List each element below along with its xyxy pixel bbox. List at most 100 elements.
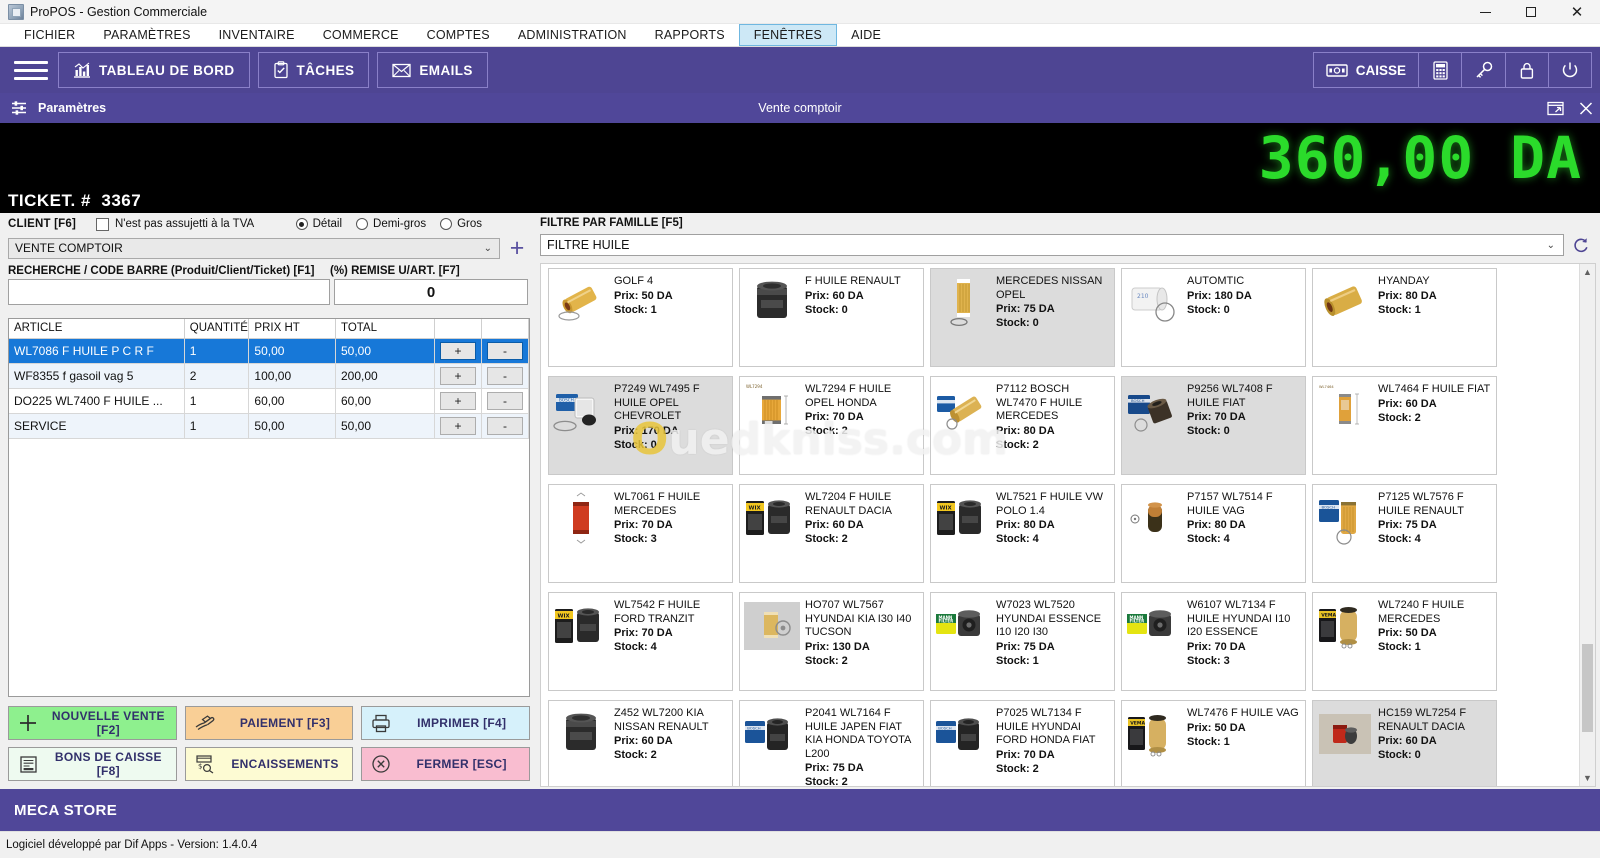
close-window-button[interactable]: ✕	[1554, 0, 1600, 24]
refresh-button[interactable]	[1570, 234, 1592, 256]
product-card[interactable]: WL7061 F HUILE MERCEDES Prix: 70 DA Stock:…	[548, 484, 733, 583]
caisse-button[interactable]: CAISSE	[1312, 52, 1419, 88]
calculator-button[interactable]	[1418, 52, 1462, 88]
product-card[interactable]: WIX WL7542 F HUILE FORD TRANZIT Prix: 70 D…	[548, 592, 733, 691]
product-price: Prix: 75 DA	[1378, 519, 1437, 531]
radio-demi-gros[interactable]: Demi-gros	[356, 218, 426, 230]
fermer-button[interactable]: FERMER [ESC]	[361, 747, 531, 781]
increase-qty-button[interactable]: +	[440, 341, 477, 360]
product-card[interactable]: WIX WL7521 F HUILE VW POLO 1.4 Prix: 80 DA…	[930, 484, 1115, 583]
cell-total: 60,00	[335, 388, 436, 414]
decrease-qty-button[interactable]: -	[487, 366, 523, 385]
table-row[interactable]: WF8355 f gasoil vag 5 2 100,00 200,00 + …	[9, 363, 529, 389]
product-card[interactable]: MANN FILTER W7023 WL7520 HYUNDAI ESSENCE I…	[930, 592, 1115, 691]
product-card[interactable]: WIX WL7204 F HUILE RENAULT DACIA Prix: 60 …	[739, 484, 924, 583]
family-filter-select[interactable]: FILTRE HUILE ⌄	[540, 234, 1564, 256]
remise-input[interactable]: 0	[334, 279, 528, 305]
maximize-button[interactable]	[1508, 0, 1554, 24]
increase-qty-button[interactable]: +	[440, 416, 477, 435]
dashboard-button[interactable]: TABLEAU DE BORD	[58, 52, 250, 88]
encaissements-button[interactable]: $ ENCAISSEMENTS	[184, 747, 354, 781]
product-card[interactable]: 210 AUTOMTIC Prix: 180 DA Stock: 0	[1121, 268, 1306, 367]
tasks-button[interactable]: TÂCHES	[257, 52, 370, 88]
settings-sliders-icon[interactable]	[10, 99, 28, 117]
imprimer-button[interactable]: IMPRIMER [F4]	[361, 706, 531, 740]
lock-button[interactable]	[1505, 52, 1549, 88]
add-client-button[interactable]: +	[506, 235, 528, 260]
product-info: HYANDAY Prix: 80 DA Stock: 1	[1378, 273, 1493, 317]
radio-gros[interactable]: Gros	[440, 218, 482, 230]
cell-qty: 2	[184, 363, 250, 389]
product-card[interactable]: P7112 BOSCH WL7470 F HUILE MERCEDES Prix:…	[930, 376, 1115, 475]
menu-parametres[interactable]: PARAMÈTRES	[89, 24, 204, 46]
menu-commerce[interactable]: COMMERCE	[309, 24, 413, 46]
tva-checkbox[interactable]	[96, 217, 109, 231]
power-button[interactable]	[1548, 52, 1592, 88]
product-card[interactable]: BOSCH P7025 WL7134 F HUILE HYUNDAI FORD H…	[930, 700, 1115, 786]
restore-pane-icon[interactable]	[1547, 101, 1564, 116]
close-pane-icon[interactable]	[1578, 101, 1594, 116]
menu-fenetres[interactable]: FENÊTRES	[738, 24, 838, 46]
product-card[interactable]: VEMA WL7476 F HUILE VAG Prix: 50 DA Stock: …	[1121, 700, 1306, 786]
product-card[interactable]: HC159 WL7254 F RENAULT DACIA Prix: 60 DA S…	[1312, 700, 1497, 786]
decrease-qty-button[interactable]: -	[487, 416, 523, 435]
fermer-label: FERMER [ESC]	[416, 757, 507, 771]
product-card[interactable]: P7157 WL7514 F HUILE VAG Prix: 80 DA Stock…	[1121, 484, 1306, 583]
cell-qty: 1	[184, 388, 250, 414]
table-row[interactable]: WL7086 F HUILE P C R F 1 50,00 50,00 + -	[9, 338, 529, 364]
menu-rapports[interactable]: RAPPORTS	[641, 24, 739, 46]
menu-administration[interactable]: ADMINISTRATION	[504, 24, 641, 46]
product-price: Prix: 80 DA	[1378, 289, 1437, 302]
product-card[interactable]: F HUILE RENAULT Prix: 60 DA Stock: 0	[739, 268, 924, 367]
product-price: Prix: 60 DA	[614, 735, 673, 747]
tva-checkbox-group[interactable]: N'est pas assujetti à la TVA	[96, 217, 254, 231]
increase-qty-button[interactable]: +	[440, 366, 477, 385]
product-grid-scrollbar[interactable]: ▲ ▼	[1579, 264, 1595, 786]
table-row[interactable]: DO225 WL7400 F HUILE ... 1 60,00 60,00 +…	[9, 388, 529, 414]
decrease-qty-button[interactable]: -	[487, 391, 523, 410]
client-row: CLIENT [F6] N'est pas assujetti à la TVA…	[0, 213, 536, 233]
product-card[interactable]: BOSCH P2041 WL7164 F HUILE JAPEN FIAT KIA…	[739, 700, 924, 786]
product-name: P7125 WL7576 F HUILE RENAULT	[1378, 491, 1464, 517]
key-button[interactable]	[1461, 52, 1506, 88]
product-card[interactable]: MANN FILTER W6107 WL7134 F HUILE HYUNDAI I…	[1121, 592, 1306, 691]
menu-fichier[interactable]: FICHIER	[10, 24, 89, 46]
product-card[interactable]: BOSCH P9256 WL7408 F HUILE FIAT Prix: 70 D…	[1121, 376, 1306, 475]
product-card[interactable]: WL7464 WL7464 F HUILE FIAT Prix: 60 DA Stoc…	[1312, 376, 1497, 475]
product-card[interactable]: WL7294 WL7294 F HUILE OPEL HONDA Prix: 70 …	[739, 376, 924, 475]
product-card[interactable]: Z452 WL7200 KIA NISSAN RENAULT Prix: 60 D…	[548, 700, 733, 786]
bons-de-caisse-button[interactable]: BONS DE CAISSE [F8]	[8, 747, 177, 781]
chart-bar-icon	[73, 62, 91, 78]
product-card[interactable]: GOLF 4 Prix: 50 DA Stock: 1	[548, 268, 733, 367]
product-card[interactable]: BOSCH P7249 WL7495 F HUILE OPEL CHEVROLET…	[548, 376, 733, 475]
table-row[interactable]: SERVICE 1 50,00 50,00 + -	[9, 413, 529, 439]
menu-aide[interactable]: AIDE	[837, 24, 895, 46]
product-name: WL7204 F HUILE RENAULT DACIA	[805, 491, 893, 517]
scrollbar-thumb[interactable]	[1582, 644, 1593, 732]
minimize-button[interactable]	[1462, 0, 1508, 24]
increase-qty-button[interactable]: +	[440, 391, 477, 410]
product-card[interactable]: MERCEDES NISSAN OPEL Prix: 75 DA Stock: 0	[930, 268, 1115, 367]
decrease-qty-button[interactable]: -	[487, 341, 523, 360]
cell-prix: 50,00	[248, 338, 336, 364]
radio-detail[interactable]: Détail	[295, 218, 342, 230]
product-card[interactable]: HYANDAY Prix: 80 DA Stock: 1	[1312, 268, 1497, 367]
scroll-up-arrow[interactable]: ▲	[1580, 264, 1595, 280]
product-card[interactable]: VEMA WL7240 F HUILE MERCEDES Prix: 50 DA St…	[1312, 592, 1497, 691]
hamburger-menu-icon[interactable]	[14, 55, 48, 85]
client-select[interactable]: VENTE COMPTOIR ⌄	[8, 237, 500, 259]
product-price: Prix: 130 DA	[805, 640, 870, 653]
product-card[interactable]: HO707 WL7567 HYUNDAI KIA I30 I40 TUCSON P…	[739, 592, 924, 691]
menu-inventaire[interactable]: INVENTAIRE	[205, 24, 309, 46]
product-card[interactable]: BOSCH P7125 WL7576 F HUILE RENAULT Prix: 7…	[1312, 484, 1497, 583]
product-image	[1316, 273, 1374, 331]
svg-text:FILTER: FILTER	[1130, 619, 1145, 624]
nouvelle-vente-button[interactable]: NOUVELLE VENTE [F2]	[8, 706, 177, 740]
emails-button[interactable]: EMAILS	[377, 52, 488, 88]
search-input[interactable]	[8, 279, 330, 305]
paiement-button[interactable]: PAIEMENT [F3]	[184, 706, 354, 740]
menu-comptes[interactable]: COMPTES	[413, 24, 504, 46]
scroll-down-arrow[interactable]: ▼	[1580, 770, 1595, 786]
main-toolbar: TABLEAU DE BORD TÂCHES EMAILS CAISSE	[0, 47, 1600, 93]
product-price: Prix: 70 DA	[1187, 640, 1246, 653]
